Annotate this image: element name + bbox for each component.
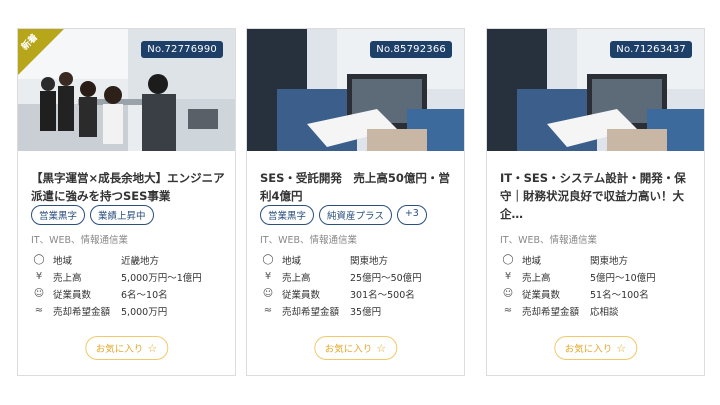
office-photo[interactable]: No.71263437 <box>487 29 704 151</box>
office-photo[interactable]: No.85792366 <box>247 29 464 151</box>
tag-list: 営業黒字 純資産プラス +3 <box>260 205 427 225</box>
favorite-button[interactable]: お気に入り ☆ <box>84 336 169 360</box>
listing-title[interactable]: SES・受託開発 売上高50億円・営利4億円 <box>260 169 454 205</box>
listing-number-badge: No.71263437 <box>610 41 692 58</box>
tag: 純資産プラス <box>319 205 392 225</box>
detail-row-sales: ¥ 売上高 5億円～10億円 <box>500 268 696 285</box>
listing-number-badge: No.72776990 <box>141 41 223 58</box>
tag: 業績上昇中 <box>90 205 154 225</box>
person-icon: ☺ <box>33 288 45 299</box>
yen-icon: ¥ <box>35 271 43 282</box>
industry-label: IT、WEB、情報通信業 <box>500 235 598 246</box>
tag: 営業黒字 <box>31 205 86 225</box>
listing-title[interactable]: 【黒字運営×成長余地大】エンジニア派遣に強みを持つSES事業 <box>31 169 225 205</box>
detail-row-employees: ☺ 従業員数 6名～10名 <box>31 285 227 302</box>
star-icon: ☆ <box>376 341 387 355</box>
yen-icon: ¥ <box>504 271 512 282</box>
star-icon: ☆ <box>616 341 627 355</box>
more-tags-badge[interactable]: +3 <box>396 205 427 225</box>
detail-row-price: ≈ 売却希望金額 応相談 <box>500 302 696 319</box>
listing-title[interactable]: IT・SES・システム設計・開発・保守｜財務状況良好で収益力高い！大企… <box>500 169 694 223</box>
listing-card[interactable]: 新着 No.72776990 【黒字運営×成長余地大】エンジニア派遣に強みを持つ… <box>17 28 236 376</box>
detail-row-price: ≈ 売却希望金額 35億円 <box>260 302 456 319</box>
tag-list: 営業黒字 業績上昇中 <box>31 205 154 225</box>
star-icon: ☆ <box>147 341 158 355</box>
detail-row-employees: ☺ 従業員数 301名～500名 <box>260 285 456 302</box>
details-list: ◯ 地域 近畿地方 ¥ 売上高 5,000万円～1億円 ☺ 従業員数 6名～10… <box>31 251 227 319</box>
detail-row-sales: ¥ 売上高 5,000万円～1億円 <box>31 268 227 285</box>
detail-row-price: ≈ 売却希望金額 5,000万円 <box>31 302 227 319</box>
details-list: ◯ 地域 関東地方 ¥ 売上高 5億円～10億円 ☺ 従業員数 51名～100名… <box>500 251 696 319</box>
new-ribbon: 新着 <box>18 29 64 75</box>
office-photo[interactable]: 新着 No.72776990 <box>18 29 235 151</box>
listing-card[interactable]: No.85792366 SES・受託開発 売上高50億円・営利4億円 営業黒字 … <box>246 28 465 376</box>
detail-row-region: ◯ 地域 近畿地方 <box>31 251 227 268</box>
favorite-button[interactable]: お気に入り ☆ <box>553 336 638 360</box>
person-icon: ☺ <box>262 288 274 299</box>
detail-row-sales: ¥ 売上高 25億円～50億円 <box>260 268 456 285</box>
yen-icon: ¥ <box>264 271 272 282</box>
person-icon: ☺ <box>502 288 514 299</box>
favorite-button[interactable]: お気に入り ☆ <box>313 336 398 360</box>
handshake-icon: ≈ <box>263 305 273 316</box>
industry-label: IT、WEB、情報通信業 <box>260 235 358 246</box>
detail-row-employees: ☺ 従業員数 51名～100名 <box>500 285 696 302</box>
handshake-icon: ≈ <box>503 305 513 316</box>
listing-number-badge: No.85792366 <box>370 41 452 58</box>
industry-label: IT、WEB、情報通信業 <box>31 235 129 246</box>
detail-row-region: ◯ 地域 関東地方 <box>500 251 696 268</box>
details-list: ◯ 地域 関東地方 ¥ 売上高 25億円～50億円 ☺ 従業員数 301名～50… <box>260 251 456 319</box>
detail-row-region: ◯ 地域 関東地方 <box>260 251 456 268</box>
handshake-icon: ≈ <box>34 305 44 316</box>
tag: 営業黒字 <box>260 205 315 225</box>
location-pin-icon: ◯ <box>502 254 514 265</box>
listing-card[interactable]: No.71263437 IT・SES・システム設計・開発・保守｜財務状況良好で収… <box>486 28 705 376</box>
location-pin-icon: ◯ <box>33 254 45 265</box>
location-pin-icon: ◯ <box>262 254 274 265</box>
